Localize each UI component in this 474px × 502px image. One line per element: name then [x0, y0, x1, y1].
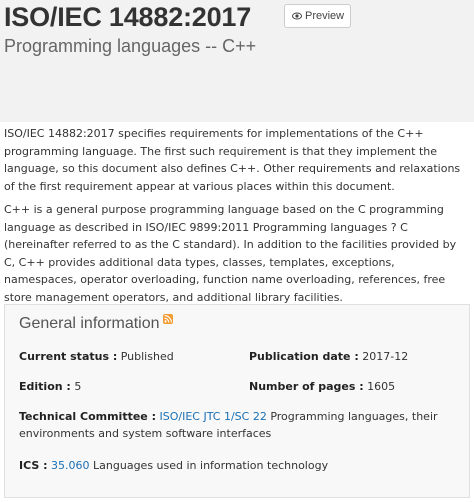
ics-description: Languages used in information technology	[93, 459, 329, 472]
standard-title: ISO/IEC 14882:2017	[4, 2, 252, 32]
current-status: Current status : Published	[19, 348, 174, 365]
abstract-paragraph: ISO/IEC 14882:2017 specifies requirement…	[4, 127, 461, 193]
page-header: ISO/IEC 14882:2017 Preview Programming l…	[0, 0, 474, 122]
edition-label: Edition :	[19, 380, 71, 393]
publication-date: Publication date : 2017-12	[249, 348, 408, 365]
current-status-value: Published	[120, 350, 174, 363]
technical-committee-link[interactable]: ISO/IEC JTC 1/SC 22	[160, 410, 267, 423]
pages-value: 1605	[367, 380, 396, 393]
technical-committee-label: Technical Committee :	[19, 410, 156, 423]
abstract-paragraph: C++ is a general purpose programming lan…	[4, 203, 457, 304]
technical-committee: Technical Committee : ISO/IEC JTC 1/SC 2…	[19, 408, 459, 442]
ics: ICS : 35.060 Languages used in informati…	[19, 457, 459, 474]
ics-label: ICS :	[19, 459, 48, 472]
ics-link[interactable]: 35.060	[51, 459, 90, 472]
eye-icon	[292, 11, 302, 21]
publication-date-value: 2017-12	[362, 350, 409, 363]
general-information-panel: General information Current status : Pub…	[4, 304, 470, 498]
pages-label: Number of pages :	[249, 380, 364, 393]
abstract: ISO/IEC 14882:2017 specifies requirement…	[4, 125, 470, 312]
standard-subtitle: Programming languages -- C++	[4, 36, 257, 56]
general-information-heading: General information	[19, 314, 173, 333]
number-of-pages: Number of pages : 1605	[249, 378, 395, 395]
current-status-label: Current status :	[19, 350, 118, 363]
edition-value: 5	[74, 380, 82, 393]
rss-icon[interactable]	[162, 314, 173, 324]
preview-button[interactable]: Preview	[284, 4, 351, 28]
general-information-title: General information	[19, 315, 160, 332]
edition: Edition : 5	[19, 378, 81, 395]
preview-label: Preview	[305, 10, 345, 22]
publication-date-label: Publication date :	[249, 350, 359, 363]
